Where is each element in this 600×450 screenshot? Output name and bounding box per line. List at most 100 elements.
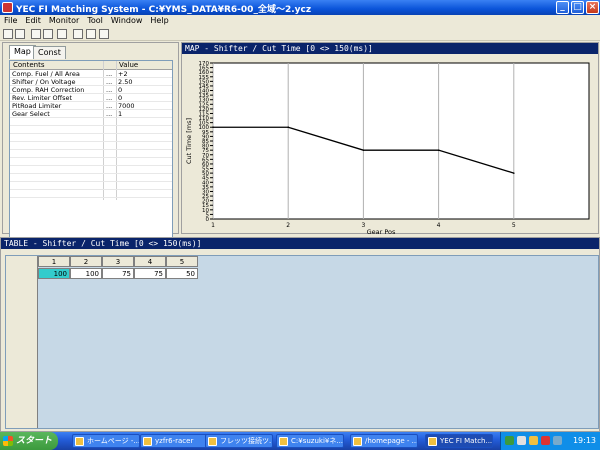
menu-window[interactable]: Window — [107, 15, 147, 27]
tab-map[interactable]: Map — [9, 45, 36, 59]
grid-row[interactable] — [10, 119, 172, 126]
paste-icon[interactable] — [43, 29, 53, 39]
taskbar-item[interactable]: /homepage - ... — [350, 434, 418, 448]
grid-header: Contents Value — [10, 61, 172, 70]
maximize-button[interactable]: □ — [571, 1, 584, 14]
system-tray: 19:13 — [500, 432, 600, 450]
data-point — [513, 172, 515, 174]
table-grid: 1 100 2 100 3 75 4 75 5 50 — [5, 255, 599, 429]
table-cell[interactable]: 50 — [166, 268, 198, 279]
column-header[interactable]: 3 — [102, 256, 134, 267]
row-marker: ... — [106, 70, 113, 78]
window-icon — [208, 437, 217, 446]
alert-icon[interactable] — [541, 436, 550, 445]
data-point — [287, 126, 289, 129]
row-name: Gear Select — [12, 110, 50, 118]
grid-row[interactable]: PitRoad Limiter... 7000 — [10, 103, 172, 110]
row-value: +2 — [118, 70, 128, 78]
grid-row[interactable] — [10, 151, 172, 158]
table-header: TABLE - Shifter / Cut Time [0 <> 150(ms)… — [1, 238, 599, 249]
table-cell[interactable]: 100 — [70, 268, 102, 279]
taskbar-item[interactable]: フレッツ接続ツ... — [205, 434, 273, 448]
grid-row[interactable] — [10, 183, 172, 190]
row-name: Comp. RAH Correction — [12, 86, 85, 94]
grid-row[interactable] — [10, 191, 172, 198]
minimize-button[interactable]: _ — [556, 1, 569, 14]
grid-row[interactable]: Gear Select... 1 — [10, 111, 172, 118]
volume-icon[interactable] — [517, 436, 526, 445]
row-marker: ... — [106, 78, 113, 86]
row-name: Comp. Fuel / All Area — [12, 70, 80, 78]
menu-tool[interactable]: Tool — [83, 15, 107, 27]
open-folder-icon[interactable] — [3, 29, 13, 39]
close-button[interactable]: × — [586, 1, 599, 14]
const-panel: Map Const Contents Value Comp. Fuel / Al… — [2, 42, 179, 271]
row-marker: ... — [106, 110, 113, 118]
column-header[interactable]: 5 — [166, 256, 198, 267]
ime-icon[interactable] — [553, 436, 562, 445]
row-marker: ... — [106, 94, 113, 102]
grid-row[interactable] — [10, 159, 172, 166]
save-icon[interactable] — [15, 29, 25, 39]
tab-const[interactable]: Const — [33, 46, 66, 59]
x-tick-label: 2 — [286, 222, 290, 229]
row-name: Rev. Limiter Offset — [12, 94, 73, 102]
taskbar: スタート ホームページ -... yzfr6-racer フレッツ接続ツ... C:¥… — [0, 432, 600, 450]
map-icon[interactable] — [86, 29, 96, 39]
taskbar-item[interactable]: yzfr6-racer — [140, 434, 208, 448]
menu-monitor[interactable]: Monitor — [45, 15, 83, 27]
x-tick-label: 5 — [512, 222, 516, 229]
start-button[interactable]: スタート — [0, 432, 58, 450]
menu-help[interactable]: Help — [146, 15, 172, 27]
taskbar-item-label: フレッツ接続ツ... — [220, 437, 273, 445]
col-value: Value — [119, 61, 139, 69]
table-cell[interactable]: 75 — [102, 268, 134, 279]
network-icon[interactable] — [505, 436, 514, 445]
copy-icon[interactable] — [31, 29, 41, 39]
data-point — [437, 149, 440, 151]
grid-row[interactable] — [10, 175, 172, 182]
column-header[interactable]: 1 — [38, 256, 70, 267]
undo-icon[interactable] — [57, 29, 67, 39]
table-cell[interactable]: 100 — [38, 268, 70, 279]
grid-icon[interactable] — [73, 29, 83, 39]
row-value: 1 — [118, 110, 123, 118]
grid-row[interactable] — [10, 143, 172, 150]
row-name: Shifter / On Voltage — [12, 78, 76, 86]
grid-row[interactable] — [10, 127, 172, 134]
col-contents: Contents — [13, 61, 45, 69]
column-header[interactable]: 2 — [70, 256, 102, 267]
menu-bar: File Edit Monitor Tool Window Help — [0, 15, 600, 27]
menu-file[interactable]: File — [0, 15, 21, 27]
row-value: 0 — [118, 94, 123, 102]
grid-row[interactable]: Rev. Limiter Offset... 0 — [10, 95, 172, 102]
taskbar-item-label: /homepage - ... — [365, 437, 418, 445]
taskbar-item-label: yzfr6-racer — [155, 437, 194, 445]
security-icon[interactable] — [529, 436, 538, 445]
x-tick-label: 4 — [437, 222, 441, 229]
grid-row[interactable]: Shifter / On Voltage... 2.50 — [10, 79, 172, 86]
toolbar — [0, 27, 600, 41]
table-cell[interactable]: 75 — [134, 268, 166, 279]
menu-edit[interactable]: Edit — [21, 15, 45, 27]
cut-time-chart: 1 2 3 4 505101520253035404550556065707580859… — [185, 61, 590, 235]
grid-row[interactable]: Comp. RAH Correction... 0 — [10, 87, 172, 94]
row-value: 2.50 — [118, 78, 133, 86]
taskbar-item[interactable]: C:¥suzuki¥ネ... — [276, 434, 344, 448]
grid-row[interactable] — [10, 167, 172, 174]
table-icon[interactable] — [99, 29, 109, 39]
window-icon — [428, 437, 437, 446]
grid-row[interactable]: Comp. Fuel / All Area... +2 — [10, 71, 172, 78]
taskbar-item[interactable]: ホームページ -... — [72, 434, 140, 448]
taskbar-item[interactable]: YEC FI Match... — [425, 434, 493, 448]
map-graph-panel: MAP - Shifter / Cut Time [0 <> 150(ms)] … — [181, 42, 599, 235]
column-header[interactable]: 4 — [134, 256, 166, 267]
data-point — [212, 126, 214, 129]
x-axis-label: Gear Pos — [367, 228, 396, 235]
plot-area — [212, 62, 590, 220]
app-icon — [2, 2, 13, 13]
table-panel: TABLE - Shifter / Cut Time [0 <> 150(ms)… — [0, 237, 600, 432]
row-marker: ... — [106, 102, 113, 110]
grid-row[interactable] — [10, 135, 172, 142]
y-tick-label: 170 — [199, 61, 210, 67]
